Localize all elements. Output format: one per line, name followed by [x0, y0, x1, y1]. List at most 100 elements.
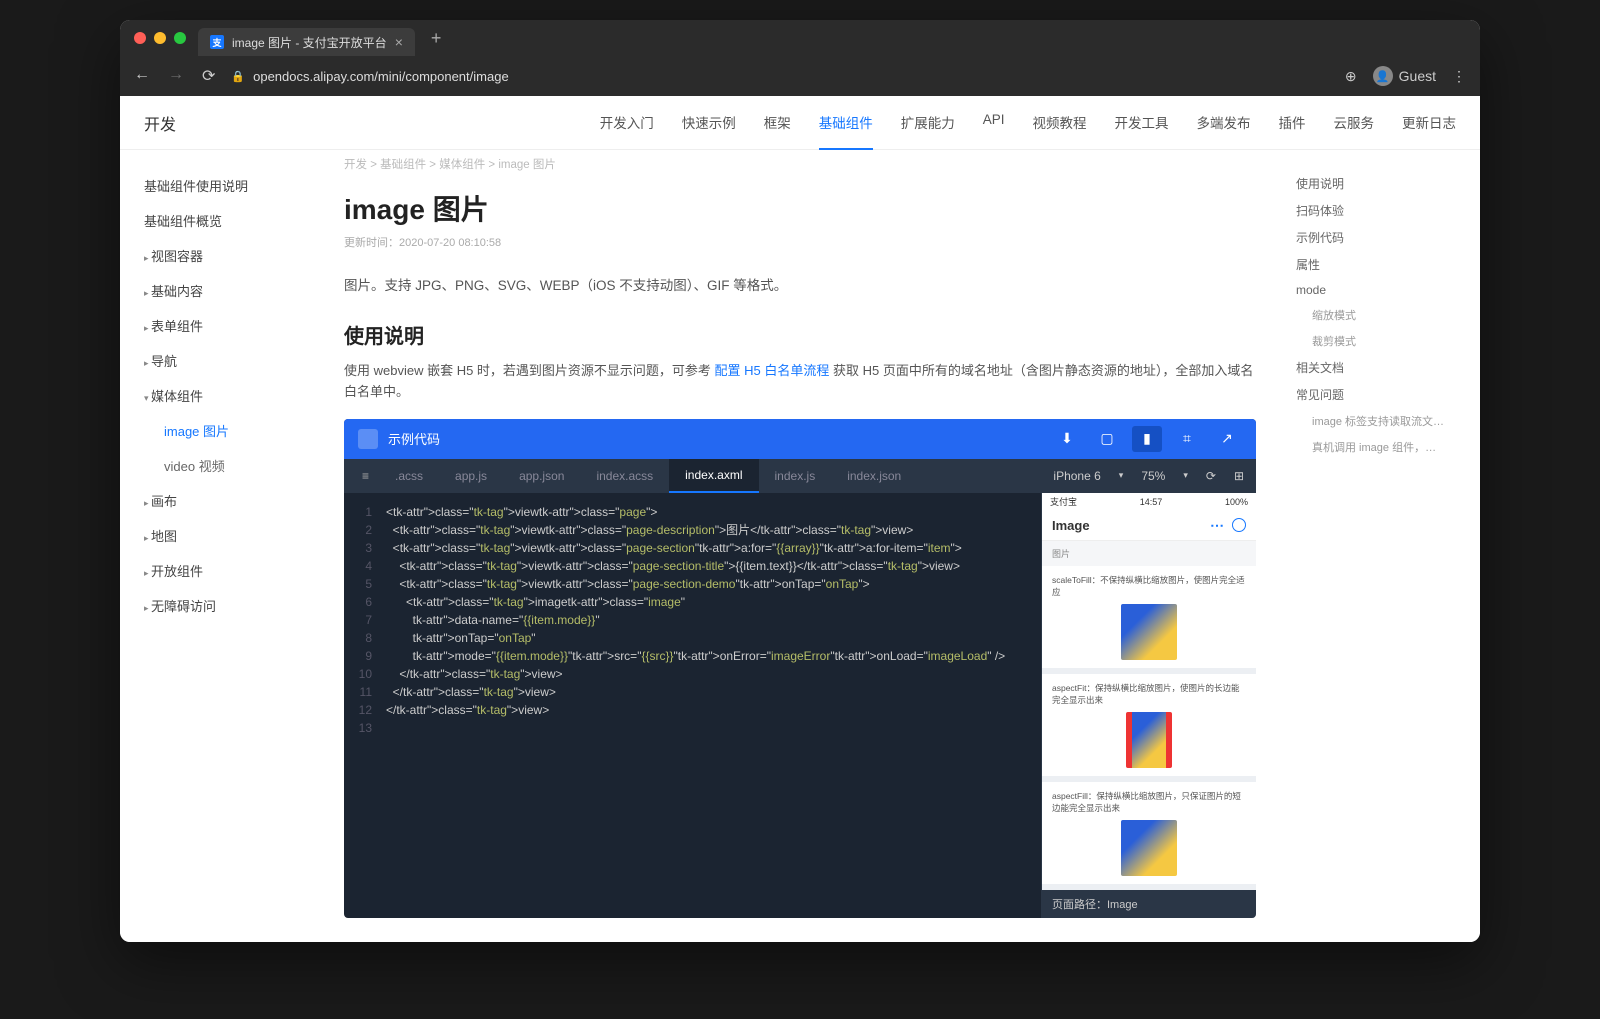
file-tab[interactable]: index.acss — [580, 459, 669, 493]
preview-title: Image — [1052, 518, 1090, 533]
toc-item[interactable]: mode — [1296, 278, 1464, 302]
nav-item[interactable]: 基础组件 — [819, 96, 873, 150]
sidebar-group[interactable]: 表单组件 — [120, 308, 320, 343]
qr-icon[interactable]: ⌗ — [1172, 426, 1202, 452]
update-meta: 更新时间：2020-07-20 08:10:58 — [344, 234, 1256, 250]
sidebar-group[interactable]: 基础内容 — [120, 273, 320, 308]
preview-card-title: aspectFit：保持纵横比缩放图片，使图片的长边能完全显示出来 — [1052, 682, 1246, 706]
avatar-icon: 👤 — [1373, 66, 1393, 86]
sidebar-item[interactable]: video 视频 — [120, 448, 320, 483]
back-button[interactable]: ← — [134, 66, 150, 86]
sidebar-group[interactable]: 无障碍访问 — [120, 588, 320, 623]
battery-label: 100% — [1225, 497, 1248, 507]
nav-item[interactable]: 扩展能力 — [901, 96, 955, 150]
code-tabs: ≡ .acssapp.jsapp.jsonindex.acssindex.axm… — [344, 459, 1256, 493]
toc-item[interactable]: 真机调用 image 组件，… — [1296, 434, 1464, 460]
sidebar-item[interactable]: 基础组件使用说明 — [120, 168, 320, 203]
main-content: 开发 > 基础组件 > 媒体组件 > image 图片 image 图片 更新时… — [320, 150, 1280, 942]
sidebar-item[interactable]: 基础组件概览 — [120, 203, 320, 238]
file-tab[interactable]: app.js — [439, 459, 503, 493]
nav-item[interactable]: 云服务 — [1334, 96, 1375, 150]
file-tab[interactable]: app.json — [503, 459, 580, 493]
toc-item[interactable]: image 标签支持读取流文… — [1296, 408, 1464, 434]
chevron-down-icon[interactable]: ▾ — [1183, 470, 1188, 481]
share-icon[interactable]: ↗ — [1212, 426, 1242, 452]
search-icon[interactable]: ⊕ — [1345, 68, 1357, 85]
device-preview: 支付宝 14:57 100% Image ⋯ 图片 scaleToFill：不保… — [1041, 493, 1256, 918]
new-tab-button[interactable]: + — [431, 28, 442, 49]
nav-item[interactable]: 视频教程 — [1033, 96, 1087, 150]
toc-item[interactable]: 示例代码 — [1296, 224, 1464, 251]
file-tab[interactable]: .acss — [379, 459, 439, 493]
para-text: 使用 webview 嵌套 H5 时，若遇到图片资源不显示问题，可参考 — [344, 363, 715, 378]
sidebar-group[interactable]: 画布 — [120, 483, 320, 518]
table-of-contents: 使用说明扫码体验示例代码属性mode缩放模式裁剪模式相关文档常见问题image … — [1280, 150, 1480, 942]
code-editor[interactable]: 1<tk-attr">class="tk-tag">view tk-attr">… — [344, 493, 1041, 918]
close-tab-icon[interactable]: × — [395, 34, 403, 50]
toc-item[interactable]: 属性 — [1296, 251, 1464, 278]
file-tab[interactable]: index.js — [759, 459, 832, 493]
nav-item[interactable]: 更新日志 — [1402, 96, 1456, 150]
code-header: 示例代码 ⬇ ▢ ▮ ⌗ ↗ — [344, 419, 1256, 459]
nav-item[interactable]: 快速示例 — [682, 96, 736, 150]
reload-button[interactable]: ⟳ — [202, 66, 215, 86]
refresh-preview-icon[interactable]: ⟳ — [1206, 469, 1216, 483]
ide-logo-icon — [358, 429, 378, 449]
browser-toolbar: ← → ⟳ 🔒 opendocs.alipay.com/mini/compone… — [120, 56, 1480, 96]
preview-navbar: Image ⋯ — [1042, 511, 1256, 541]
traffic-lights — [134, 32, 186, 44]
zoom-select[interactable]: 75% — [1141, 469, 1165, 483]
profile-button[interactable]: 👤 Guest — [1373, 66, 1436, 86]
preview-image — [1121, 604, 1177, 660]
chevron-down-icon[interactable]: ▾ — [1119, 470, 1124, 481]
browser-tab[interactable]: 支 image 图片 - 支付宝开放平台 × — [198, 28, 415, 56]
close-window-button[interactable] — [134, 32, 146, 44]
brand[interactable]: 开发 — [144, 111, 176, 135]
code-header-title: 示例代码 — [388, 429, 440, 448]
lock-icon: 🔒 — [231, 70, 245, 83]
phone-outline-icon[interactable]: ▢ — [1092, 426, 1122, 452]
mac-titlebar: 支 image 图片 - 支付宝开放平台 × + — [120, 20, 1480, 56]
sidebar-group[interactable]: 视图容器 — [120, 238, 320, 273]
sidebar-group[interactable]: 导航 — [120, 343, 320, 378]
close-preview-icon[interactable] — [1232, 518, 1246, 532]
download-icon[interactable]: ⬇ — [1052, 426, 1082, 452]
sidebar-group[interactable]: 开放组件 — [120, 553, 320, 588]
address-bar[interactable]: 🔒 opendocs.alipay.com/mini/component/ima… — [231, 69, 1329, 84]
preview-card-title: aspectFill：保持纵横比缩放图片，只保证图片的短边能完全显示出来 — [1052, 790, 1246, 814]
sidebar-item[interactable]: image 图片 — [120, 413, 320, 448]
grid-icon[interactable]: ⊞ — [1234, 469, 1244, 483]
phone-filled-icon[interactable]: ▮ — [1132, 426, 1162, 452]
file-tab[interactable]: index.axml — [669, 459, 758, 493]
preview-card: scaleToFill：不保持纵横比缩放图片，使图片完全适应 — [1042, 566, 1256, 668]
toc-item[interactable]: 裁剪模式 — [1296, 328, 1464, 354]
sidebar-group[interactable]: 媒体组件 — [120, 378, 320, 413]
sidebar-group[interactable]: 地图 — [120, 518, 320, 553]
preview-section-label: 图片 — [1042, 541, 1256, 566]
whitelist-link[interactable]: 配置 H5 白名单流程 — [715, 363, 830, 378]
preview-footer: 页面路径：Image — [1042, 890, 1256, 918]
toc-item[interactable]: 使用说明 — [1296, 170, 1464, 197]
toc-item[interactable]: 扫码体验 — [1296, 197, 1464, 224]
menu-icon[interactable]: ⋮ — [1452, 68, 1466, 85]
minimize-window-button[interactable] — [154, 32, 166, 44]
sidebar: 基础组件使用说明基础组件概览视图容器基础内容表单组件导航媒体组件image 图片… — [120, 150, 320, 942]
nav-item[interactable]: 插件 — [1279, 96, 1306, 150]
forward-button[interactable]: → — [168, 66, 184, 86]
nav-item[interactable]: 框架 — [764, 96, 791, 150]
file-tab[interactable]: index.json — [831, 459, 917, 493]
device-select[interactable]: iPhone 6 — [1053, 469, 1100, 483]
nav-item[interactable]: 开发工具 — [1115, 96, 1169, 150]
toc-item[interactable]: 常见问题 — [1296, 381, 1464, 408]
time-label: 14:57 — [1140, 497, 1163, 507]
more-icon[interactable]: ⋯ — [1210, 517, 1224, 534]
maximize-window-button[interactable] — [174, 32, 186, 44]
nav-item[interactable]: API — [983, 96, 1005, 150]
toc-item[interactable]: 相关文档 — [1296, 354, 1464, 381]
toc-item[interactable]: 缩放模式 — [1296, 302, 1464, 328]
file-menu-icon[interactable]: ≡ — [352, 469, 379, 483]
breadcrumb: 开发 > 基础组件 > 媒体组件 > image 图片 — [344, 150, 1256, 178]
nav-item[interactable]: 开发入门 — [600, 96, 654, 150]
url-text: opendocs.alipay.com/mini/component/image — [253, 69, 509, 84]
nav-item[interactable]: 多端发布 — [1197, 96, 1251, 150]
